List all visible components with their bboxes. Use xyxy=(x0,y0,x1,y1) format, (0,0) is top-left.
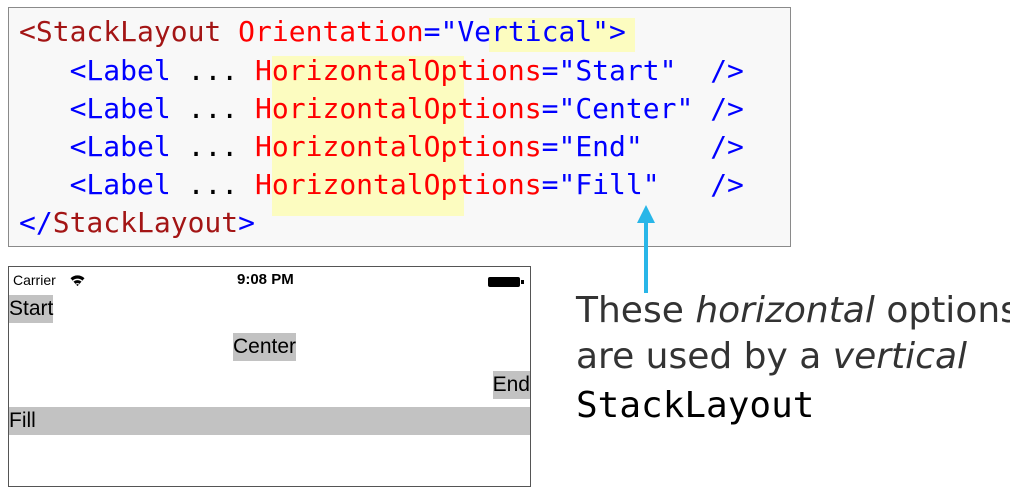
code-line-label-end: <Label ... HorizontalOptions="End" /> xyxy=(19,128,744,166)
caption-line1-prefix: These xyxy=(576,290,696,331)
code-ellipsis: ... xyxy=(170,130,256,163)
caption-line2-prefix: are used by a xyxy=(576,336,833,377)
code-quote: " xyxy=(642,168,660,201)
carrier-label: Carrier xyxy=(13,272,56,288)
code-quote: " xyxy=(558,168,576,201)
code-quote: " xyxy=(558,92,576,125)
label-fill: Fill xyxy=(9,407,530,435)
code-pad xyxy=(643,130,710,163)
label-end: End xyxy=(492,371,530,399)
label-center: Center xyxy=(233,333,297,361)
code-value-end: End xyxy=(575,130,626,163)
code-quote: " xyxy=(440,15,458,48)
code-stacklayout-open-tag: <StackLayout xyxy=(19,15,222,48)
label-start: Start xyxy=(9,295,54,323)
caption-line1-em: horizontal xyxy=(695,290,875,331)
code-line-label-fill: <Label ... HorizontalOptions="Fill" /> xyxy=(19,166,744,204)
code-ellipsis: ... xyxy=(170,92,256,125)
code-quote: " xyxy=(676,92,694,125)
code-line-stacklayout-open: <StackLayout Orientation="Vertical"> xyxy=(19,13,626,51)
code-eq: = xyxy=(541,92,559,125)
battery-icon xyxy=(488,277,520,287)
code-pad xyxy=(676,54,710,87)
code-quote: " xyxy=(558,54,576,87)
code-quote: " xyxy=(558,130,576,163)
wifi-icon xyxy=(70,273,85,291)
caption-line-2: are used by a vertical xyxy=(576,334,1006,380)
status-time: 9:08 PM xyxy=(237,271,294,288)
code-quote: " xyxy=(625,130,643,163)
code-eq: = xyxy=(541,168,559,201)
code-self-close: /> xyxy=(710,92,744,125)
code-value-fill: Fill xyxy=(575,168,643,201)
code-horizontal-attr: HorizontalOptions xyxy=(255,54,542,87)
code-eq: = xyxy=(541,130,559,163)
caption-line-1: These horizontal options xyxy=(576,288,1010,334)
code-ellipsis: ... xyxy=(170,168,256,201)
code-eq: = xyxy=(541,54,559,87)
code-self-close: /> xyxy=(710,168,744,201)
code-pad xyxy=(660,168,711,201)
code-value-start: Start xyxy=(575,54,660,87)
code-horizontal-attr: HorizontalOptions xyxy=(255,92,542,125)
phone-screenshot: Carrier 9:08 PM Start Center End Fill xyxy=(8,266,531,487)
code-quote: " xyxy=(659,54,677,87)
code-line-label-center: <Label ... HorizontalOptions="Center" /> xyxy=(19,90,744,128)
code-pad xyxy=(693,92,710,125)
code-label-tag: <Label xyxy=(69,168,171,201)
code-value-center: Center xyxy=(575,92,677,125)
battery-nub xyxy=(521,280,524,284)
code-open-close: > xyxy=(609,15,626,48)
code-self-close: /> xyxy=(710,54,744,87)
code-label-tag: <Label xyxy=(69,54,171,87)
code-ellipsis: ... xyxy=(170,54,256,87)
code-orientation-attr: Orientation xyxy=(238,15,424,48)
code-horizontal-attr: HorizontalOptions xyxy=(255,168,542,201)
code-label-tag: <Label xyxy=(69,92,171,125)
code-close-tag-name: StackLayout xyxy=(52,206,239,239)
code-label-tag: <Label xyxy=(69,130,171,163)
code-horizontal-attr: HorizontalOptions xyxy=(255,130,542,163)
caption-line2-em: vertical xyxy=(832,336,968,377)
caption: These horizontal options are used by a v… xyxy=(576,288,1010,432)
code-quote: " xyxy=(592,15,610,48)
code-self-close: /> xyxy=(710,130,744,163)
code-line-label-start: <Label ... HorizontalOptions="Start" /> xyxy=(19,52,744,90)
code-orientation-value: Vertical xyxy=(457,15,593,48)
caption-line1-suffix: options xyxy=(874,290,1010,331)
status-bar: Carrier 9:08 PM xyxy=(9,267,530,293)
code-close-tag-end: > xyxy=(238,206,256,239)
code-close-tag-open: </ xyxy=(19,206,53,239)
code-line-stacklayout-close: </StackLayout> xyxy=(19,204,255,242)
xaml-code-panel: <StackLayout Orientation="Vertical"> <La… xyxy=(8,7,791,247)
code-eq: = xyxy=(423,15,441,48)
caption-line-3: StackLayout xyxy=(576,385,815,426)
arrow-shaft xyxy=(644,221,648,293)
